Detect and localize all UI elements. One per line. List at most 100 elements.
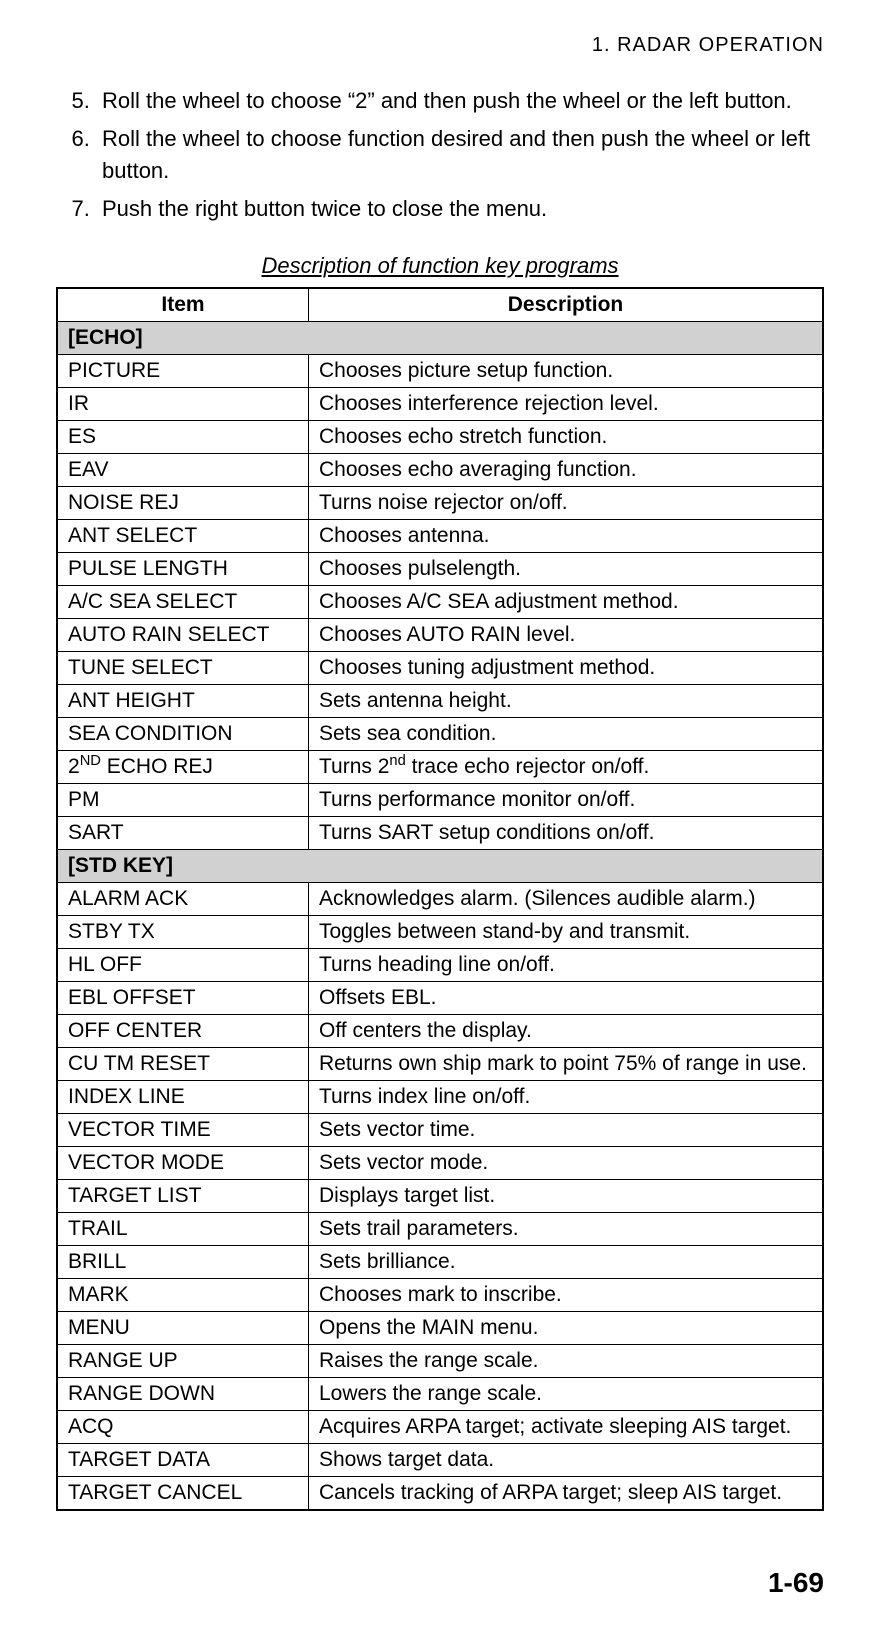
cell-item: RANGE UP xyxy=(57,1344,309,1377)
cell-description: Lowers the range scale. xyxy=(309,1377,824,1410)
cell-item: MENU xyxy=(57,1311,309,1344)
table-row: ANT SELECTChooses antenna. xyxy=(57,519,823,552)
table-row: INDEX LINETurns index line on/off. xyxy=(57,1080,823,1113)
cell-description: Cancels tracking of ARPA target; sleep A… xyxy=(309,1476,824,1510)
table-row: SEA CONDITIONSets sea condition. xyxy=(57,717,823,750)
table-row: OFF CENTEROff centers the display. xyxy=(57,1014,823,1047)
cell-item: NOISE REJ xyxy=(57,486,309,519)
col-header-description: Description xyxy=(309,288,824,322)
cell-description: Chooses AUTO RAIN level. xyxy=(309,618,824,651)
cell-item: EBL OFFSET xyxy=(57,981,309,1014)
step-item: Roll the wheel to choose “2” and then pu… xyxy=(96,85,824,117)
cell-item: ES xyxy=(57,420,309,453)
cell-description: Sets brilliance. xyxy=(309,1245,824,1278)
table-row: TARGET LISTDisplays target list. xyxy=(57,1179,823,1212)
cell-description: Chooses mark to inscribe. xyxy=(309,1278,824,1311)
cell-description: Chooses echo averaging function. xyxy=(309,453,824,486)
table-row: IRChooses interference rejection level. xyxy=(57,387,823,420)
cell-item: STBY TX xyxy=(57,915,309,948)
table-row: A/C SEA SELECTChooses A/C SEA adjustment… xyxy=(57,585,823,618)
cell-description: Chooses interference rejection level. xyxy=(309,387,824,420)
cell-description: Turns noise rejector on/off. xyxy=(309,486,824,519)
table-row: TUNE SELECTChooses tuning adjustment met… xyxy=(57,651,823,684)
cell-description: Toggles between stand-by and transmit. xyxy=(309,915,824,948)
table-row: STBY TXToggles between stand-by and tran… xyxy=(57,915,823,948)
table-row: VECTOR TIMESets vector time. xyxy=(57,1113,823,1146)
table-row: ACQAcquires ARPA target; activate sleepi… xyxy=(57,1410,823,1443)
cell-item: EAV xyxy=(57,453,309,486)
table-row: MENUOpens the MAIN menu. xyxy=(57,1311,823,1344)
cell-description: Acquires ARPA target; activate sleeping … xyxy=(309,1410,824,1443)
cell-description: Chooses tuning adjustment method. xyxy=(309,651,824,684)
cell-item: PULSE LENGTH xyxy=(57,552,309,585)
cell-description: Turns 2nd trace echo rejector on/off. xyxy=(309,750,824,783)
table-row: EAVChooses echo averaging function. xyxy=(57,453,823,486)
category-row: [STD KEY] xyxy=(57,849,823,882)
cell-description: Chooses pulselength. xyxy=(309,552,824,585)
cell-description: Opens the MAIN menu. xyxy=(309,1311,824,1344)
table-row: AUTO RAIN SELECTChooses AUTO RAIN level. xyxy=(57,618,823,651)
cell-description: Turns index line on/off. xyxy=(309,1080,824,1113)
cell-description: Chooses antenna. xyxy=(309,519,824,552)
cell-item: VECTOR TIME xyxy=(57,1113,309,1146)
cell-item: HL OFF xyxy=(57,948,309,981)
cell-item: TRAIL xyxy=(57,1212,309,1245)
cell-description: Acknowledges alarm. (Silences audible al… xyxy=(309,882,824,915)
table-row: PULSE LENGTHChooses pulselength. xyxy=(57,552,823,585)
table-body: [ECHO]PICTUREChooses picture setup funct… xyxy=(57,321,823,1510)
table-row: SARTTurns SART setup conditions on/off. xyxy=(57,816,823,849)
cell-item: MARK xyxy=(57,1278,309,1311)
cell-description: Sets vector mode. xyxy=(309,1146,824,1179)
cell-item: RANGE DOWN xyxy=(57,1377,309,1410)
table-row: TARGET DATAShows target data. xyxy=(57,1443,823,1476)
cell-description: Raises the range scale. xyxy=(309,1344,824,1377)
cell-description: Chooses echo stretch function. xyxy=(309,420,824,453)
cell-item: A/C SEA SELECT xyxy=(57,585,309,618)
cell-item: ACQ xyxy=(57,1410,309,1443)
cell-item: AUTO RAIN SELECT xyxy=(57,618,309,651)
step-list: Roll the wheel to choose “2” and then pu… xyxy=(56,85,824,225)
cell-item: ANT SELECT xyxy=(57,519,309,552)
cell-item: BRILL xyxy=(57,1245,309,1278)
cell-description: Turns SART setup conditions on/off. xyxy=(309,816,824,849)
col-header-item: Item xyxy=(57,288,309,322)
cell-item: IR xyxy=(57,387,309,420)
table-row: 2ND ECHO REJTurns 2nd trace echo rejecto… xyxy=(57,750,823,783)
table-row: TRAILSets trail parameters. xyxy=(57,1212,823,1245)
cell-item: CU TM RESET xyxy=(57,1047,309,1080)
table-row: PICTUREChooses picture setup function. xyxy=(57,354,823,387)
cell-item: ANT HEIGHT xyxy=(57,684,309,717)
cell-item: INDEX LINE xyxy=(57,1080,309,1113)
page: 1. RADAR OPERATION Roll the wheel to cho… xyxy=(0,0,880,1633)
table-caption: Description of function key programs xyxy=(56,253,824,279)
step-item: Push the right button twice to close the… xyxy=(96,193,824,225)
step-item: Roll the wheel to choose function desire… xyxy=(96,123,824,187)
function-key-table: Item Description [ECHO]PICTUREChooses pi… xyxy=(56,287,824,1511)
cell-item: TARGET CANCEL xyxy=(57,1476,309,1510)
cell-description: Chooses picture setup function. xyxy=(309,354,824,387)
table-header-row: Item Description xyxy=(57,288,823,322)
cell-item: ALARM ACK xyxy=(57,882,309,915)
cell-description: Turns performance monitor on/off. xyxy=(309,783,824,816)
cell-description: Turns heading line on/off. xyxy=(309,948,824,981)
page-number: 1-69 xyxy=(768,1567,824,1599)
cell-description: Sets vector time. xyxy=(309,1113,824,1146)
table-row: ALARM ACKAcknowledges alarm. (Silences a… xyxy=(57,882,823,915)
table-row: RANGE DOWNLowers the range scale. xyxy=(57,1377,823,1410)
cell-description: Sets trail parameters. xyxy=(309,1212,824,1245)
cell-item: SEA CONDITION xyxy=(57,717,309,750)
cell-description: Chooses A/C SEA adjustment method. xyxy=(309,585,824,618)
table-row: MARKChooses mark to inscribe. xyxy=(57,1278,823,1311)
cell-item: OFF CENTER xyxy=(57,1014,309,1047)
table-row: NOISE REJTurns noise rejector on/off. xyxy=(57,486,823,519)
cell-description: Sets antenna height. xyxy=(309,684,824,717)
cell-description: Sets sea condition. xyxy=(309,717,824,750)
table-row: TARGET CANCELCancels tracking of ARPA ta… xyxy=(57,1476,823,1510)
table-row: HL OFFTurns heading line on/off. xyxy=(57,948,823,981)
cell-description: Shows target data. xyxy=(309,1443,824,1476)
table-row: ANT HEIGHTSets antenna height. xyxy=(57,684,823,717)
table-row: BRILLSets brilliance. xyxy=(57,1245,823,1278)
cell-description: Returns own ship mark to point 75% of ra… xyxy=(309,1047,824,1080)
cell-item: VECTOR MODE xyxy=(57,1146,309,1179)
running-head: 1. RADAR OPERATION xyxy=(56,34,824,57)
